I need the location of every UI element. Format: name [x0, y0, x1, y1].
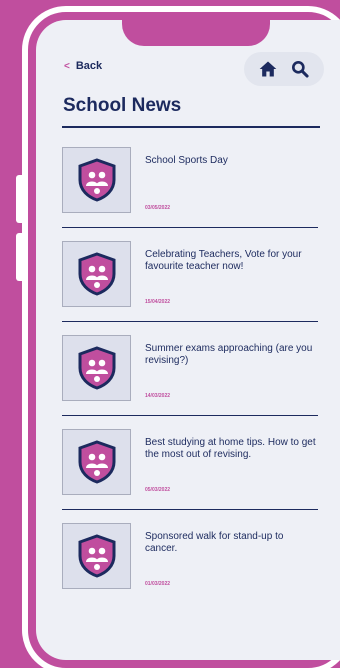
news-divider	[62, 227, 318, 228]
news-item[interactable]: Summer exams approaching (are you revisi…	[62, 333, 318, 427]
news-title: Celebrating Teachers, Vote for your favo…	[145, 249, 302, 272]
news-divider	[62, 509, 318, 510]
news-title: Sponsored walk for stand-up to cancer.	[145, 531, 284, 554]
news-list: School Sports Day 03/05/2022 Celebrating…	[62, 145, 318, 615]
news-thumbnail	[62, 335, 131, 401]
news-date: 15/04/2022	[145, 299, 171, 305]
news-date: 03/05/2022	[145, 205, 171, 211]
news-item[interactable]: Best studying at home tips. How to get t…	[62, 427, 318, 521]
school-shield-icon	[78, 346, 115, 390]
news-item[interactable]: Celebrating Teachers, Vote for your favo…	[62, 239, 318, 333]
news-date: 14/03/2022	[145, 393, 171, 399]
chevron-left-icon: <	[64, 60, 70, 72]
school-shield-icon	[78, 158, 115, 202]
home-icon[interactable]	[258, 59, 278, 79]
news-thumbnail	[62, 241, 131, 307]
back-button[interactable]: < Back	[64, 60, 102, 72]
news-divider	[62, 321, 318, 322]
side-button-upper	[16, 175, 24, 223]
search-icon[interactable]	[290, 59, 310, 79]
back-label: Back	[75, 60, 103, 72]
news-date: 05/03/2022	[145, 487, 171, 493]
school-shield-icon	[78, 440, 115, 484]
school-shield-icon	[78, 534, 115, 578]
news-item[interactable]: Sponsored walk for stand-up to cancer. 0…	[62, 521, 318, 615]
news-date: 01/03/2022	[145, 581, 171, 587]
phone-screen: < Back School News School Sports Day 03/…	[36, 20, 340, 660]
news-title: School Sports Day	[145, 155, 228, 166]
page-title: School News	[63, 95, 182, 116]
news-title: Summer exams approaching (are you revisi…	[145, 343, 313, 366]
news-title: Best studying at home tips. How to get t…	[145, 437, 316, 460]
news-thumbnail	[62, 523, 131, 589]
side-button-lower	[16, 233, 24, 281]
title-divider	[62, 126, 320, 128]
phone-notch	[122, 20, 270, 46]
toolbar-pill	[244, 52, 324, 86]
news-thumbnail	[62, 147, 131, 213]
news-item[interactable]: School Sports Day 03/05/2022	[62, 145, 318, 239]
news-divider	[62, 415, 318, 416]
news-thumbnail	[62, 429, 131, 495]
school-shield-icon	[78, 252, 115, 296]
